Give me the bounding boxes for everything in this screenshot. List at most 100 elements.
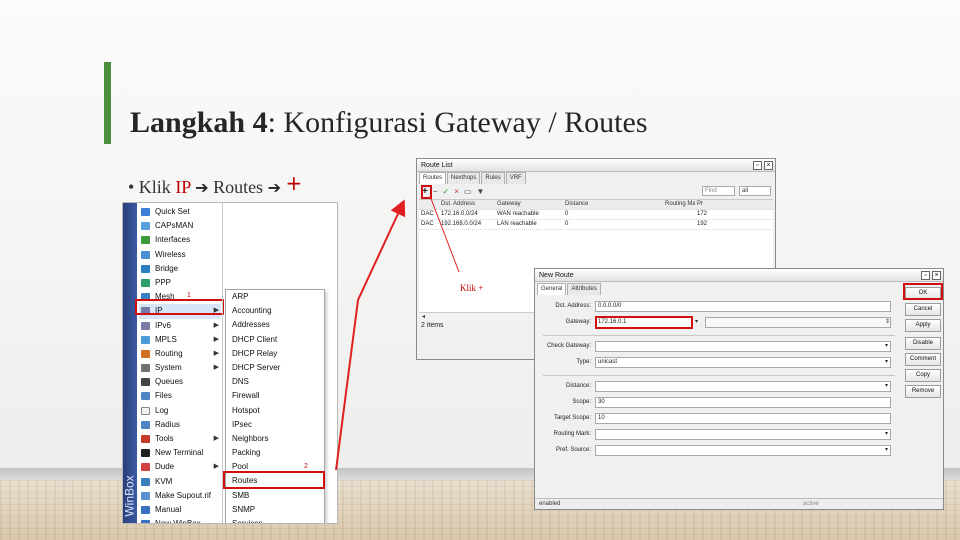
scope-field[interactable]: 30: [595, 397, 891, 408]
remove-icon[interactable]: −: [433, 187, 438, 196]
route-list-title: Route List: [421, 162, 453, 169]
submenu-item-dhcp-client[interactable]: DHCP Client: [226, 333, 324, 347]
menu-item-label: Files: [155, 391, 172, 401]
submenu-item-firewall[interactable]: Firewall: [226, 389, 324, 403]
new-route-tabs: General Attributes: [535, 283, 943, 295]
find-input[interactable]: Find: [702, 186, 735, 196]
close-icon[interactable]: ×: [932, 271, 941, 280]
menu-item-tools[interactable]: Tools ▶: [139, 432, 221, 446]
chevron-down-icon[interactable]: ▾: [885, 342, 888, 349]
tab-rules[interactable]: Rules: [481, 172, 505, 184]
tab-vrf[interactable]: VRF: [505, 172, 526, 184]
enable-icon[interactable]: ✓: [443, 187, 450, 196]
column-header[interactable]: Routing Mark: [663, 200, 695, 209]
chevron-down-icon[interactable]: ▾: [885, 382, 888, 389]
submenu-item-label: SNMP: [232, 504, 256, 514]
submenu-item-ipsec[interactable]: IPsec: [226, 418, 324, 432]
pref-source-field[interactable]: [595, 445, 891, 456]
menu-item-files[interactable]: Files: [139, 389, 221, 403]
chevron-right-icon: ▶: [213, 364, 219, 372]
submenu-item-packing[interactable]: Packing: [226, 446, 324, 460]
restore-icon[interactable]: ▫: [921, 271, 930, 280]
menu-item-system[interactable]: System ▶: [139, 361, 221, 375]
chevron-down-icon[interactable]: ▾: [885, 446, 888, 453]
submenu-item-snmp[interactable]: SNMP: [226, 503, 324, 517]
menu-item-new-winbox[interactable]: New WinBox: [139, 517, 221, 523]
submenu-item-label: Packing: [232, 448, 261, 458]
chevron-right-icon: ▶: [213, 335, 219, 343]
chevron-down-icon[interactable]: ▾: [885, 430, 888, 437]
type-select[interactable]: unicast: [595, 357, 891, 368]
column-header[interactable]: Pr: [695, 200, 735, 209]
chevron-right-icon: ▶: [213, 321, 219, 329]
filter-icon[interactable]: ▼: [476, 187, 484, 196]
menu-item-radius[interactable]: Radius: [139, 418, 221, 432]
column-header[interactable]: [419, 200, 439, 209]
submenu-item-services[interactable]: Services: [226, 517, 324, 523]
submenu-item-hotspot[interactable]: Hotspot: [226, 404, 324, 418]
column-header[interactable]: Dst. Address: [439, 200, 495, 209]
disable-icon[interactable]: ×: [454, 187, 459, 196]
gateway-extra-field[interactable]: [705, 317, 891, 328]
comment-button[interactable]: Comment: [905, 353, 941, 366]
dst-address-field[interactable]: 0.0.0.0/0: [595, 301, 891, 312]
menu-item-label: System: [155, 363, 182, 373]
submenu-item-neighbors[interactable]: Neighbors: [226, 432, 324, 446]
chevron-right-icon: ▶: [213, 463, 219, 471]
menu-item-kvm[interactable]: KVM: [139, 475, 221, 489]
table-row[interactable]: DAC 172.16.0.0/24 WAN reachable 0 172: [419, 210, 773, 220]
tab-routes[interactable]: Routes: [419, 172, 447, 184]
routing-mark-field[interactable]: [595, 429, 891, 440]
menu-item-interfaces[interactable]: Interfaces: [139, 233, 221, 247]
menu-item-routing[interactable]: Routing ▶: [139, 347, 221, 361]
menu-item-log[interactable]: Log: [139, 404, 221, 418]
filter-select[interactable]: all: [739, 186, 771, 196]
submenu-item-label: DHCP Client: [232, 334, 278, 344]
cancel-button[interactable]: Cancel: [905, 303, 941, 316]
submenu-item-dhcp-server[interactable]: DHCP Server: [226, 361, 324, 375]
menu-item-dude[interactable]: Dude ▶: [139, 460, 221, 474]
menu-item-quick-set[interactable]: Quick Set: [139, 205, 221, 219]
tab-general[interactable]: General: [537, 283, 567, 295]
restore-icon[interactable]: ▫: [753, 161, 762, 170]
close-icon[interactable]: ×: [764, 161, 773, 170]
menu-item-queues[interactable]: Queues: [139, 375, 221, 389]
submenu-item-addresses[interactable]: Addresses: [226, 318, 324, 332]
menu-item-make-supout-rif[interactable]: Make Supout.rif: [139, 489, 221, 503]
table-row[interactable]: DAC 192.168.0.0/24 LAN reachable 0 192: [419, 220, 773, 230]
menu-item-manual[interactable]: Manual: [139, 503, 221, 517]
submenu-item-dhcp-relay[interactable]: DHCP Relay: [226, 347, 324, 361]
stepper-icon[interactable]: ⇕: [885, 318, 890, 325]
menu-item-mpls[interactable]: MPLS ▶: [139, 333, 221, 347]
chevron-down-icon[interactable]: ▾: [885, 358, 888, 365]
menu-item-label: CAPsMAN: [155, 221, 194, 231]
target-scope-field[interactable]: 10: [595, 413, 891, 424]
column-header[interactable]: Gateway: [495, 200, 563, 209]
ip-highlight-box: [135, 299, 224, 315]
submenu-item-smb[interactable]: SMB: [226, 489, 324, 503]
remove-button[interactable]: Remove: [905, 385, 941, 398]
comment-icon[interactable]: ▭: [464, 187, 472, 196]
disable-button[interactable]: Disable: [905, 337, 941, 350]
column-header[interactable]: Distance: [563, 200, 663, 209]
menu-item-wireless[interactable]: Wireless: [139, 248, 221, 262]
check-gateway-select[interactable]: [595, 341, 891, 352]
submenu-item-arp[interactable]: ARP: [226, 290, 324, 304]
submenu-item-accounting[interactable]: Accounting: [226, 304, 324, 318]
submenu-item-label: Accounting: [232, 306, 272, 316]
menu-item-bridge[interactable]: Bridge: [139, 262, 221, 276]
distance-field[interactable]: [595, 381, 891, 392]
tab-nexthops[interactable]: Nexthops: [447, 172, 481, 184]
submenu-item-dns[interactable]: DNS: [226, 375, 324, 389]
tab-attributes[interactable]: Attributes: [567, 283, 601, 295]
submenu-item-label: DHCP Server: [232, 362, 281, 372]
copy-button[interactable]: Copy: [905, 369, 941, 382]
menu-item-ppp[interactable]: PPP: [139, 276, 221, 290]
pref-source-label: Pref. Source:: [555, 447, 591, 453]
apply-button[interactable]: Apply: [905, 319, 941, 332]
gateway-dropdown-icon[interactable]: ▾: [695, 318, 698, 325]
route-list-titlebar: Route List ▫ ×: [417, 159, 775, 172]
menu-item-capsman[interactable]: CAPsMAN: [139, 219, 221, 233]
menu-item-ipv6[interactable]: IPv6 ▶: [139, 319, 221, 333]
menu-item-new-terminal[interactable]: New Terminal: [139, 446, 221, 460]
